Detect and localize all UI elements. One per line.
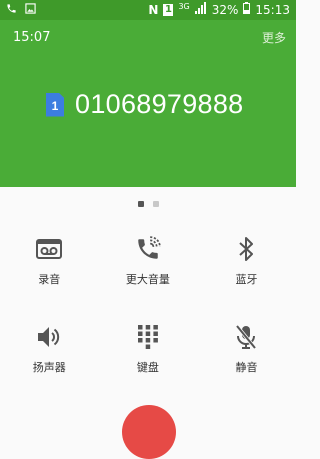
mute-icon <box>232 323 260 351</box>
phone-number: 01068979888 <box>75 89 244 119</box>
page-dot-1[interactable] <box>137 201 144 207</box>
keypad-button[interactable]: 键盘 <box>99 315 198 403</box>
signal-icon <box>194 2 207 17</box>
more-button[interactable]: 更多 <box>262 29 286 46</box>
call-actions: 录音 更大音量 蓝牙 扬声器 键盘 静音 <box>0 227 296 403</box>
page-indicator <box>0 201 296 207</box>
record-label: 录音 <box>38 273 61 286</box>
bluetooth-button[interactable]: 蓝牙 <box>197 227 296 315</box>
status-bar: N 1 3G 32% 15:13 <box>0 0 296 20</box>
image-icon <box>25 3 36 17</box>
network-type: 3G <box>178 1 190 11</box>
mute-button[interactable]: 静音 <box>197 315 296 403</box>
bluetooth-icon <box>232 235 260 263</box>
sim-slot-number: 1 <box>51 98 59 113</box>
bluetooth-label: 蓝牙 <box>235 273 258 286</box>
call-duration: 15:07 <box>13 30 51 45</box>
speaker-label: 扬声器 <box>32 361 66 374</box>
nfc-icon: N <box>148 2 159 17</box>
record-button[interactable]: 录音 <box>0 227 99 315</box>
speaker-icon <box>35 323 63 351</box>
speaker-button[interactable]: 扬声器 <box>0 315 99 403</box>
status-time: 15:13 <box>255 2 290 17</box>
end-call-button[interactable] <box>122 405 176 459</box>
keypad-label: 键盘 <box>136 361 159 374</box>
volume-boost-label: 更大音量 <box>125 273 170 286</box>
battery-percent: 32% <box>211 2 239 17</box>
phone-icon <box>6 3 17 17</box>
call-header: 15:07 更多 1 01068979888 <box>0 20 296 187</box>
mute-label: 静音 <box>235 361 258 374</box>
caller-info: 1 01068979888 <box>46 89 243 120</box>
sim-badge: 1 <box>163 3 174 16</box>
page-dot-2[interactable] <box>152 201 159 207</box>
record-icon <box>35 235 63 263</box>
volume-boost-button[interactable]: 更大音量 <box>99 227 198 315</box>
keypad-icon <box>134 323 162 351</box>
battery-icon <box>243 2 251 17</box>
volume-boost-icon <box>134 235 162 263</box>
sim-card-icon: 1 <box>46 92 64 117</box>
